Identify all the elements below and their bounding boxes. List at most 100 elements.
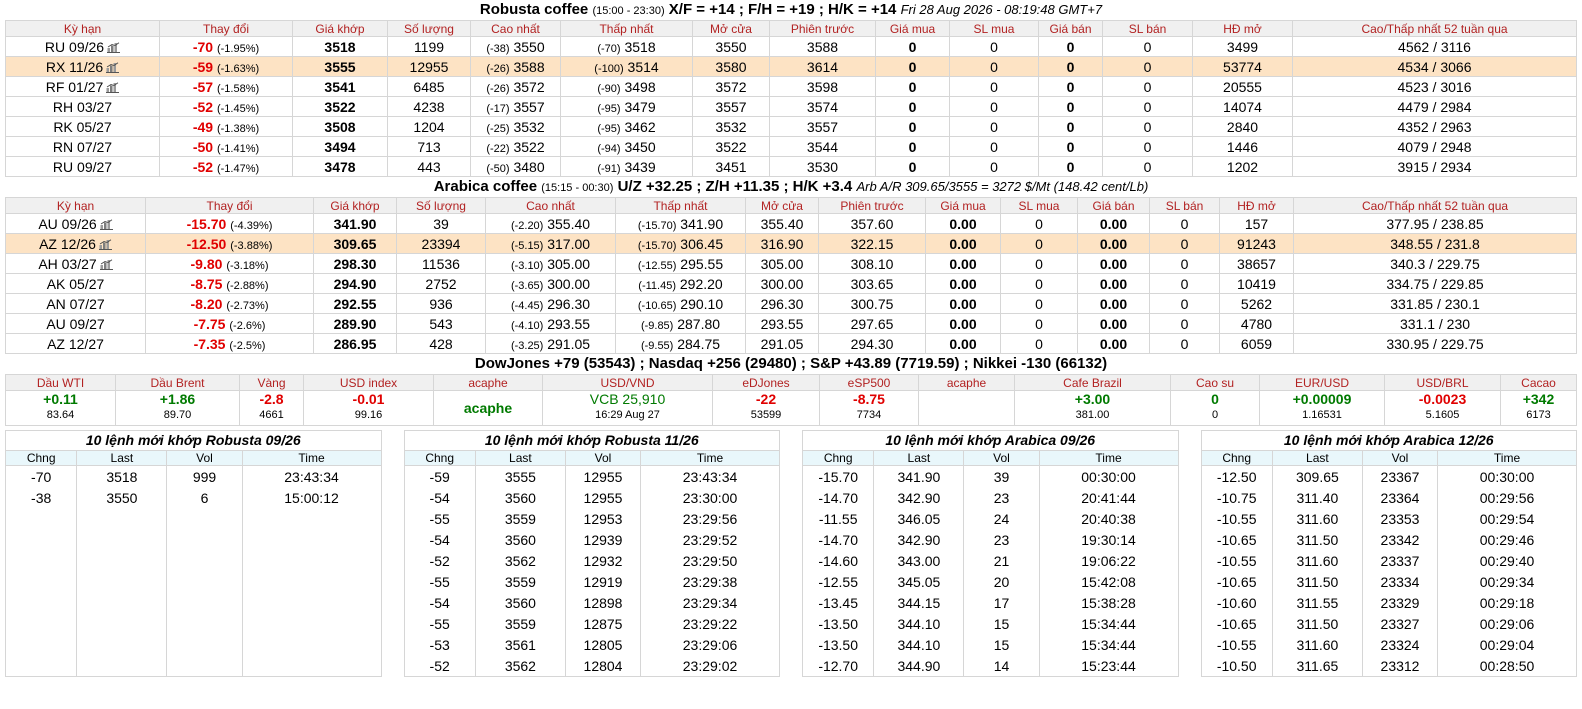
contract-term-cell[interactable]: AU 09/26 — [5, 213, 146, 234]
index-value[interactable]: -0.01 — [306, 392, 431, 409]
contract-term-cell[interactable]: AZ 12/27 — [5, 333, 146, 354]
contract-term[interactable]: RU 09/27 — [53, 159, 112, 175]
index-cell[interactable]: -0.01 99.16 — [303, 390, 434, 426]
contract-term-cell[interactable]: RH 03/27 — [5, 96, 160, 117]
contract-term[interactable]: RU 09/26 — [45, 39, 104, 55]
chart-icon[interactable] — [106, 60, 120, 73]
trade-vol — [166, 655, 243, 677]
contract-term[interactable]: AZ 12/27 — [47, 336, 104, 352]
contract-term[interactable]: RN 07/27 — [53, 139, 112, 155]
index-cell[interactable]: -2.8 4661 — [239, 390, 304, 426]
volume: 23394 — [396, 233, 486, 254]
contract-term[interactable]: AK 05/27 — [47, 276, 105, 292]
table-row[interactable]: RU 09/26 -70 (-1.95%) 3518 1199 (-38) 3550 (-… — [5, 36, 1577, 57]
index-cell[interactable]: -0.0023 5.1605 — [1384, 390, 1501, 426]
table-row[interactable]: AN 07/27 -8.20 (-2.73%) 292.55 936 (-4.45) 2… — [5, 293, 1577, 314]
arabica-col-header: Mở cửa — [745, 197, 819, 214]
contract-term[interactable]: AN 07/27 — [46, 296, 104, 312]
index-cell[interactable]: +342 6173 — [1500, 390, 1577, 426]
contract-term-cell[interactable]: AZ 12/26 — [5, 233, 146, 254]
index-value[interactable]: -2.8 — [242, 392, 301, 409]
contract-term-cell[interactable]: RU 09/26 — [5, 36, 160, 57]
chart-icon[interactable] — [106, 80, 120, 93]
match-price: 298.30 — [313, 253, 397, 274]
contract-term[interactable]: AU 09/26 — [38, 216, 96, 232]
trade-time: 20:40:38 — [1038, 508, 1179, 529]
contract-term-cell[interactable]: AN 07/27 — [5, 293, 146, 314]
trade-chng — [4, 655, 78, 677]
table-row — [4, 592, 382, 613]
table-row[interactable]: RU 09/27 -52 (-1.47%) 3478 443 (-50) 3480 (-9… — [5, 156, 1577, 177]
table-row: -10.55 311.60 23324 00:29:04 — [1200, 634, 1577, 655]
volume: 1204 — [387, 116, 471, 137]
trade-last: 311.55 — [1271, 592, 1363, 613]
index-cell[interactable]: -8.75 7734 — [819, 390, 919, 426]
index-value[interactable]: +0.11 — [8, 392, 113, 409]
contract-term-cell[interactable]: AK 05/27 — [5, 273, 146, 294]
trade-time — [241, 634, 382, 655]
ask-volume: 0 — [1102, 116, 1193, 137]
contract-term[interactable]: AU 09/27 — [46, 316, 104, 332]
contract-term[interactable]: RH 03/27 — [53, 99, 112, 115]
contract-term-cell[interactable]: RF 01/27 — [5, 76, 160, 97]
table-row[interactable]: AH 03/27 -9.80 (-3.18%) 298.30 11536 (-3.10)… — [5, 253, 1577, 274]
contract-term-cell[interactable]: RU 09/27 — [5, 156, 160, 177]
table-row[interactable]: AZ 12/26 -12.50 (-3.88%) 309.65 23394 (-5.15… — [5, 233, 1577, 254]
index-value[interactable]: -0.0023 — [1387, 392, 1498, 409]
ask-volume: 0 — [1102, 56, 1193, 77]
contract-term-cell[interactable]: AU 09/27 — [5, 313, 146, 334]
table-row[interactable]: RH 03/27 -52 (-1.45%) 3522 4238 (-17) 3557 (-… — [5, 96, 1577, 117]
table-row[interactable]: AK 05/27 -8.75 (-2.88%) 294.90 2752 (-3.65) … — [5, 273, 1577, 294]
contract-term[interactable]: RX 11/26 — [46, 59, 103, 75]
contract-term[interactable]: AZ 12/26 — [39, 236, 96, 252]
contract-term[interactable]: RF 01/27 — [46, 79, 104, 95]
index-cell[interactable]: VCB 25,910 16:29 Aug 27 — [542, 390, 713, 426]
chart-icon[interactable] — [98, 237, 112, 250]
chart-icon[interactable] — [99, 217, 113, 230]
contract-term[interactable]: RK 05/27 — [53, 119, 111, 135]
index-cell[interactable]: +3.00 381.00 — [1014, 390, 1171, 426]
trade-vol — [166, 613, 243, 634]
table-row — [4, 508, 382, 529]
index-value[interactable]: +0.00009 — [1262, 392, 1382, 409]
contract-term-cell[interactable]: RK 05/27 — [5, 116, 160, 137]
table-row[interactable]: AZ 12/27 -7.35 (-2.5%) 286.95 428 (-3.25) 29… — [5, 333, 1577, 354]
index-label: USD index — [303, 374, 434, 391]
index-value[interactable]: acaphe — [436, 392, 540, 425]
contract-term[interactable]: AH 03/27 — [38, 256, 96, 272]
table-row[interactable]: RN 07/27 -50 (-1.41%) 3494 713 (-22) 3522 (-9… — [5, 136, 1577, 157]
index-value[interactable]: -8.75 — [822, 392, 916, 409]
index-cell[interactable]: acaphe — [433, 390, 543, 426]
chart-icon[interactable] — [99, 257, 113, 270]
trade-vol: 12875 — [564, 613, 642, 634]
index-cell[interactable]: +0.11 83.64 — [5, 390, 116, 426]
table-row: -12.55 345.05 20 15:42:08 — [801, 571, 1179, 592]
table-row[interactable]: RX 11/26 -59 (-1.63%) 3555 12955 (-26) 3588(… — [5, 56, 1577, 77]
trade-vol: 23324 — [1361, 634, 1439, 655]
index-cell[interactable]: 00 — [1170, 390, 1260, 426]
bid-volume: 0 — [949, 136, 1039, 157]
index-value[interactable]: +3.00 — [1017, 392, 1168, 409]
index-value[interactable]: +1.86 — [118, 392, 237, 409]
match-price: 3555 — [292, 56, 388, 77]
index-cell[interactable]: +0.00009 1.16531 — [1259, 390, 1385, 426]
trade-vol: 12805 — [564, 634, 642, 655]
index-value[interactable]: +342 — [1503, 392, 1574, 409]
contract-term-cell[interactable]: RN 07/27 — [5, 136, 160, 157]
open-price: 291.05 — [745, 333, 819, 354]
bid-price: 0.00 — [925, 253, 1001, 274]
table-row[interactable]: RK 05/27 -49 (-1.38%) 3508 1204 (-25) 3532 (-… — [5, 116, 1577, 137]
index-cell[interactable]: -22 53599 — [712, 390, 820, 426]
contract-term-cell[interactable]: RX 11/26 — [5, 56, 160, 77]
index-cell[interactable]: +1.86 89.70 — [115, 390, 240, 426]
table-row[interactable]: AU 09/27 -7.75 (-2.6%) 289.90 543 (-4.10) 29… — [5, 313, 1577, 334]
contract-term-cell[interactable]: AH 03/27 — [5, 253, 146, 274]
index-value[interactable]: -22 — [715, 392, 817, 409]
index-value[interactable]: 0 — [1173, 392, 1257, 409]
match-price: 309.65 — [313, 233, 397, 254]
chart-icon[interactable] — [107, 40, 121, 53]
table-row[interactable]: AU 09/26 -15.70 (-4.39%) 341.90 39 (-2.20) 3… — [5, 213, 1577, 234]
index-cell[interactable] — [918, 390, 1015, 426]
table-row[interactable]: RF 01/27 -57 (-1.58%) 3541 6485 (-26) 3572 (-… — [5, 76, 1577, 97]
index-value[interactable]: VCB 25,910 — [545, 392, 710, 409]
